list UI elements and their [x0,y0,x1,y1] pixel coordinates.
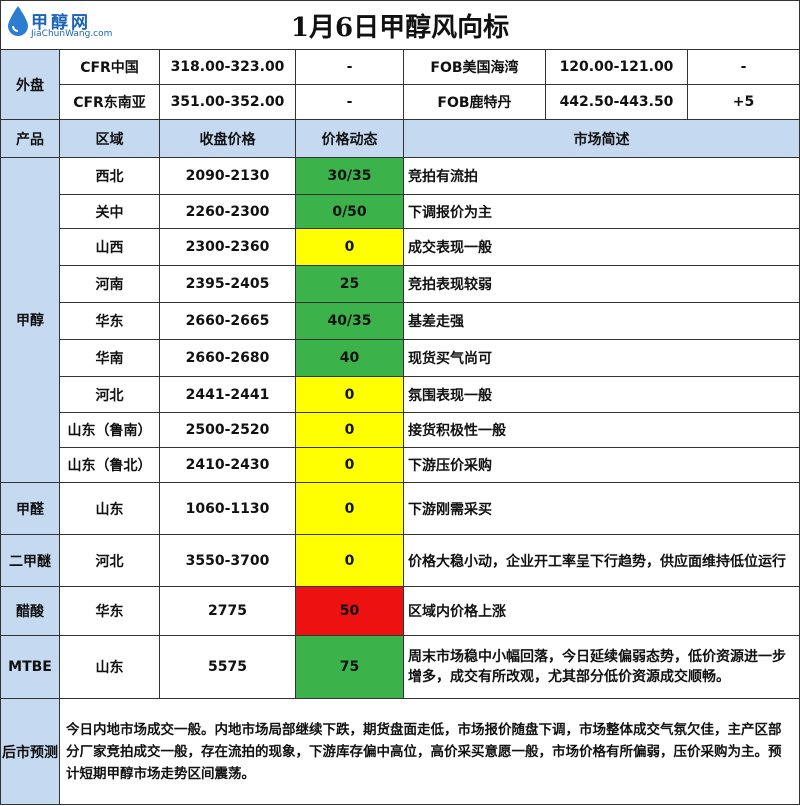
outer-price: 442.50-443.50 [545,84,688,120]
change-cell: 0 [295,447,404,483]
page-title: 1月6日甲醇风向标 [290,12,510,43]
price-cell: 1060-1130 [159,482,296,535]
table-row: 关中 2260-2300 0/50 下调报价为主 [1,194,800,229]
region-cell: 山东 [59,635,160,699]
change-cell: 0 [295,376,404,413]
outer-change: - [295,49,404,85]
change-cell: 0 [295,534,404,587]
desc-cell: 氛围表现一般 [403,376,800,413]
change-cell: 0 [295,228,404,266]
desc-cell: 下游压价采购 [403,447,800,483]
region-cell: 西北 [59,157,160,195]
desc-cell: 下调报价为主 [403,194,800,229]
table-row: 二甲醚 河北 3550-3700 0 价格大稳小动，企业开工率呈下行趋势，供应面维持低位… [0,534,800,587]
change-cell: 0 [295,482,404,535]
forecast-label: 后市预测 [0,698,60,805]
desc-cell: 下游刚需采买 [403,482,800,535]
header-region: 区域 [59,119,160,158]
desc-cell: 竞拍有流拍 [403,157,800,195]
price-cell: 2260-2300 [159,194,296,229]
header-dynamic: 价格动态 [295,119,404,158]
title-row: 甲醇网 JiaChunWang.com 1月6日甲醇风向标 [0,0,800,50]
region-cell: 华东 [59,302,160,340]
region-cell: 华东 [59,586,160,636]
price-cell: 2775 [159,586,296,636]
outer-name: FOB鹿特丹 [403,84,546,120]
product-cell: 二甲醚 [0,534,60,587]
table-row: 山西 2300-2360 0 成交表现一般 [1,228,800,266]
table-row: 山东（鲁南） 2500-2520 0 接货积极性一般 [1,412,800,448]
region-cell: 河南 [59,265,160,303]
table-row: 华南 2660-2680 40 现货买气尚可 [1,339,800,377]
logo-en: JiaChunWang.com [31,29,113,39]
outer-price: 318.00-323.00 [159,49,296,85]
header-close: 收盘价格 [159,119,296,158]
desc-cell: 成交表现一般 [403,228,800,266]
outer-name: CFR东南亚 [59,84,160,120]
price-cell: 2300-2360 [159,228,296,266]
price-cell: 2500-2520 [159,412,296,448]
product-cell: 甲醇 [0,157,60,483]
header-desc: 市场简述 [403,119,800,158]
outer-name: CFR中国 [59,49,160,85]
desc-cell: 周末市场稳中小幅回落，今日延续偏弱态势，低价资源进一步增多，成交有所改观，尤其部… [403,635,800,699]
table-row: 甲醇 西北 2090-2130 30/35 竞拍有流拍 [0,157,800,483]
outer-change: - [687,49,800,85]
product-cell: 甲醛 [0,482,60,535]
outer-label: 外盘 [0,49,60,120]
price-cell: 2441-2441 [159,376,296,413]
change-cell: 25 [295,265,404,303]
table-row: 华东 2660-2665 40/35 基差走强 [1,302,800,340]
outer-change: - [295,84,404,120]
region-cell: 华南 [59,339,160,377]
outer-name: FOB美国海湾 [403,49,546,85]
price-cell: 2660-2680 [159,339,296,377]
region-cell: 山西 [59,228,160,266]
region-cell: 河北 [59,376,160,413]
region-cell: 山东（鲁南） [59,412,160,448]
region-cell: 山东（鲁北） [59,447,160,483]
region-cell: 关中 [59,194,160,229]
header-product: 产品 [0,119,60,158]
price-cell: 3550-3700 [159,534,296,587]
price-cell: 5575 [159,635,296,699]
forecast-row: 后市预测 今日内地市场成交一般。内地市场局部继续下跌，期货盘面走低，市场报价随盘下… [0,698,800,805]
change-cell: 40/35 [295,302,404,340]
desc-cell: 现货买气尚可 [403,339,800,377]
forecast-text: 今日内地市场成交一般。内地市场局部继续下跌，期货盘面走低，市场报价随盘下调，市场… [59,698,800,805]
table-row: 醋酸 华东 2775 50 区域内价格上涨 [0,586,800,636]
product-cell: MTBE [0,635,60,699]
price-cell: 2660-2665 [159,302,296,340]
product-cell: 醋酸 [0,586,60,636]
outer-price: 351.00-352.00 [159,84,296,120]
price-cell: 2395-2405 [159,265,296,303]
price-cell: 2090-2130 [159,157,296,195]
desc-cell: 竞拍表现较弱 [403,265,800,303]
desc-cell: 区域内价格上涨 [403,586,800,636]
table-row: 山东（鲁北） 2410-2430 0 下游压价采购 [1,447,800,483]
table-row: 河南 2395-2405 25 竞拍表现较弱 [1,265,800,303]
logo: 甲醇网 JiaChunWang.com [5,4,117,46]
table-row: 甲醛 山东 1060-1130 0 下游刚需采买 [0,482,800,535]
change-cell: 30/35 [295,157,404,195]
outer-change: +5 [687,84,800,120]
table-row: MTBE 山东 5575 75 周末市场稳中小幅回落，今日延续偏弱态势，低价资源进一步增… [0,635,800,699]
wind-vane-table: 甲醇网 JiaChunWang.com 1月6日甲醇风向标 外盘 CFR中国 3… [0,0,800,805]
desc-cell: 接货积极性一般 [403,412,800,448]
outer-price: 120.00-121.00 [545,49,688,85]
logo-drop-icon [8,6,28,36]
price-cell: 2410-2430 [159,447,296,483]
region-cell: 河北 [59,534,160,587]
table-row: 河北 2441-2441 0 氛围表现一般 [1,376,800,413]
change-cell: 40 [295,339,404,377]
desc-cell: 基差走强 [403,302,800,340]
change-cell: 0 [295,412,404,448]
change-cell: 0/50 [295,194,404,229]
change-cell: 75 [295,635,404,699]
desc-cell: 价格大稳小动，企业开工率呈下行趋势，供应面维持低位运行 [403,534,800,587]
region-cell: 山东 [59,482,160,535]
change-cell: 50 [295,586,404,636]
